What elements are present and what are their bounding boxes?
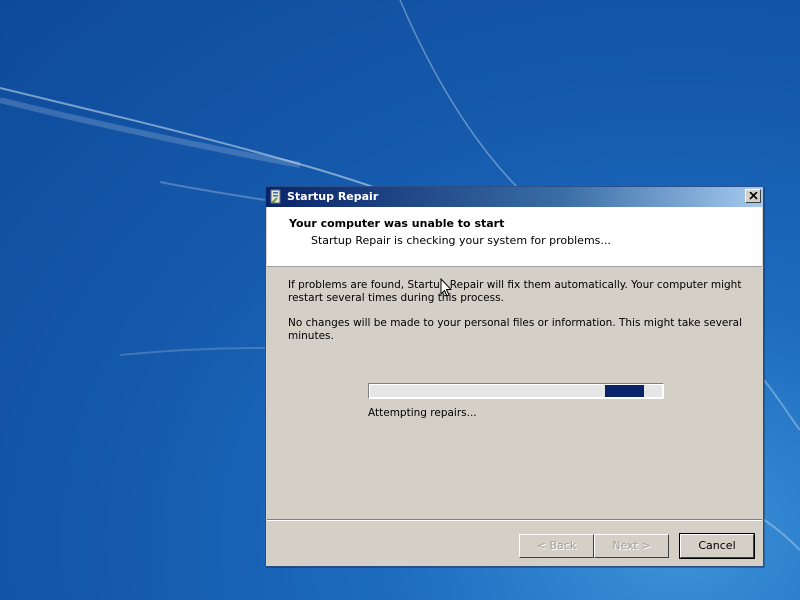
- progress-bar: [368, 383, 664, 399]
- progress-marquee-segment: [605, 385, 644, 397]
- next-button[interactable]: Next >: [594, 534, 669, 558]
- title-bar[interactable]: Startup Repair: [266, 187, 763, 207]
- header-subtitle: Startup Repair is checking your system f…: [311, 234, 611, 247]
- status-text: Attempting repairs...: [368, 407, 477, 419]
- mouse-pointer-icon: [440, 278, 452, 297]
- startup-repair-dialog: Startup Repair Your computer was unable …: [265, 186, 764, 567]
- close-button[interactable]: [745, 189, 761, 203]
- window-title: Startup Repair: [287, 190, 379, 203]
- back-button[interactable]: < Back: [519, 534, 594, 558]
- close-icon: [749, 192, 758, 200]
- header-title: Your computer was unable to start: [289, 217, 505, 230]
- startup-repair-icon: [270, 189, 282, 204]
- dialog-header: Your computer was unable to start Startu…: [267, 207, 762, 267]
- info-paragraph-repair: If problems are found, Startup Repair wi…: [288, 279, 742, 304]
- info-paragraph-files: No changes will be made to your personal…: [288, 317, 743, 342]
- button-separator: [267, 519, 762, 521]
- cancel-button[interactable]: Cancel: [679, 533, 755, 559]
